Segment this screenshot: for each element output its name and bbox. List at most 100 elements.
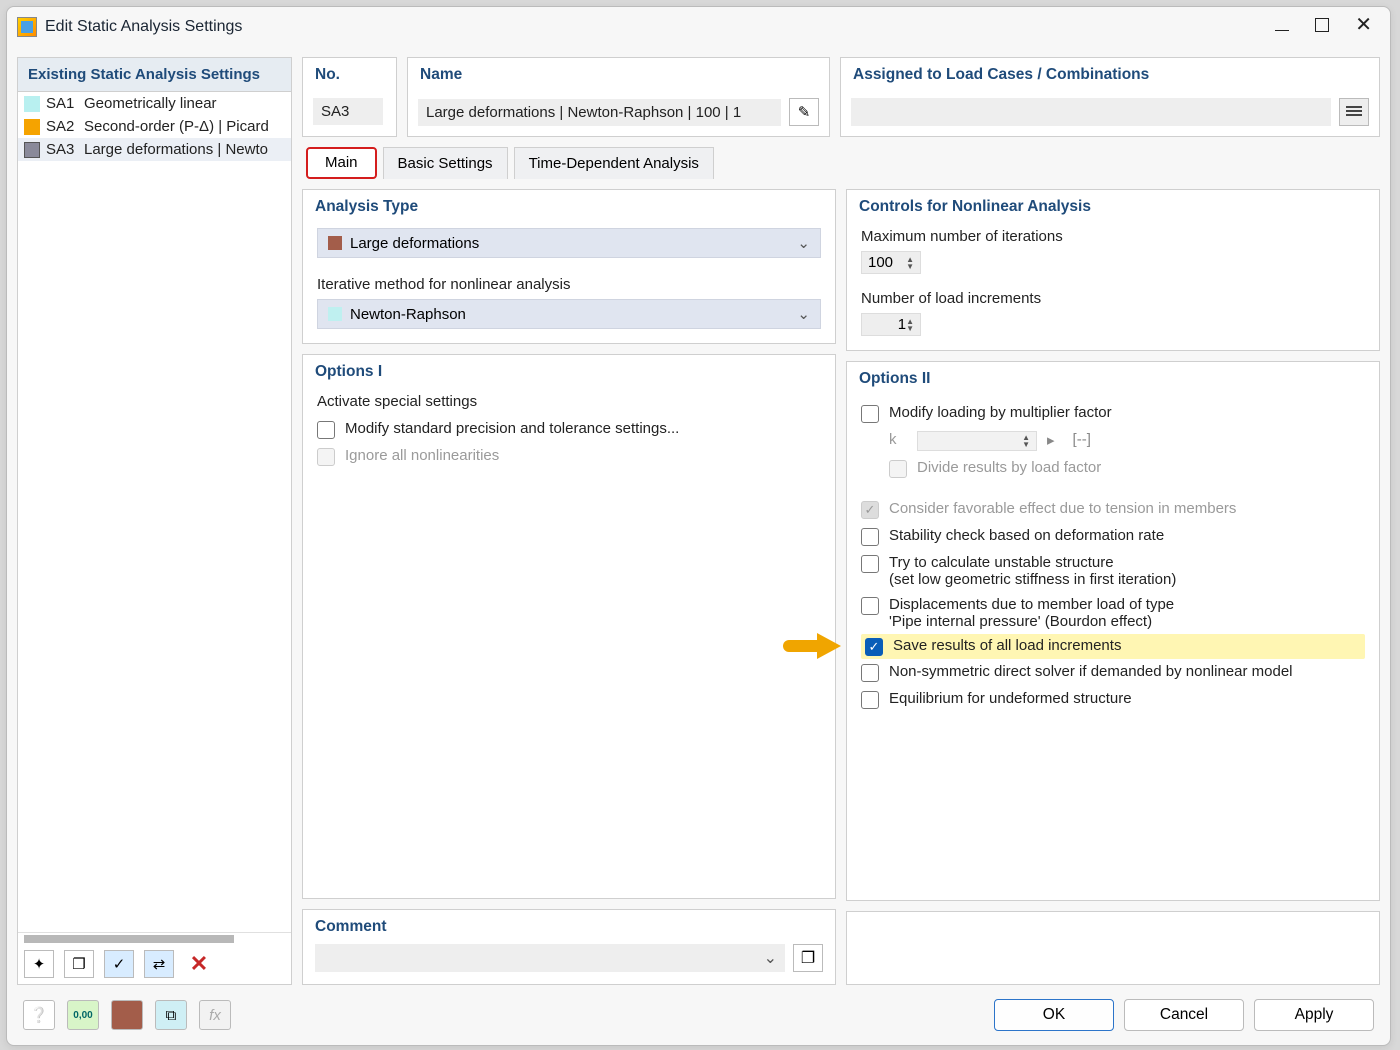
- new-setting-button[interactable]: [24, 950, 54, 978]
- dialog-footer: ❔ 0,00 ⧉ fx OK Cancel Apply: [17, 995, 1380, 1035]
- nonsymmetric-checkbox[interactable]: [861, 664, 879, 682]
- color-swatch: [328, 307, 342, 321]
- minimize-button[interactable]: [1275, 18, 1289, 37]
- options2-header: Options II: [847, 362, 1379, 396]
- tab-time-dependent[interactable]: Time-Dependent Analysis: [514, 147, 714, 179]
- analysis-type-dropdown[interactable]: Large deformations ⌄: [317, 228, 821, 258]
- nonsymmetric-label: Non-symmetric direct solver if demanded …: [889, 663, 1293, 680]
- tree-button[interactable]: ⧉: [155, 1000, 187, 1030]
- ignore-nonlinearities-row: Ignore all nonlinearities: [317, 443, 821, 470]
- comment-dropdown[interactable]: ⌄: [315, 944, 785, 972]
- assigned-panel-header: Assigned to Load Cases / Combinations: [841, 58, 1379, 92]
- stability-row[interactable]: Stability check based on deformation rat…: [861, 523, 1365, 550]
- sidebar-item-sa3[interactable]: SA3 Large deformations | Newto: [18, 138, 291, 161]
- check-all-button[interactable]: [104, 950, 134, 978]
- sidebar-item-sa1[interactable]: SA1 Geometrically linear: [18, 92, 291, 115]
- help-button[interactable]: ❔: [23, 1000, 55, 1030]
- modify-precision-row[interactable]: Modify standard precision and tolerance …: [317, 416, 821, 443]
- callout-arrow-icon: [783, 634, 843, 658]
- dialog-window: Edit Static Analysis Settings ✕ Existing…: [6, 6, 1391, 1046]
- displacement-checkbox[interactable]: [861, 597, 879, 615]
- maximize-button[interactable]: [1315, 18, 1329, 37]
- assigned-list-button[interactable]: [1339, 98, 1369, 126]
- k-label: k: [889, 431, 907, 448]
- spinner-arrows-icon[interactable]: ▲▼: [906, 256, 914, 270]
- sidebar-header: Existing Static Analysis Settings: [18, 58, 291, 92]
- delete-button[interactable]: ✕: [184, 950, 214, 978]
- no-panel: No.: [302, 57, 397, 137]
- comment-header: Comment: [303, 910, 835, 944]
- iterative-method-dropdown[interactable]: Newton-Raphson ⌄: [317, 299, 821, 329]
- k-unit-label: [--]: [1073, 431, 1091, 448]
- sidebar-item-label: Second-order (P-Δ) | Picard: [84, 118, 269, 135]
- tab-main[interactable]: Main: [306, 147, 377, 179]
- assigned-input[interactable]: [851, 98, 1331, 126]
- close-button[interactable]: ✕: [1355, 18, 1372, 37]
- comment-panel: Comment ⌄ ❐: [302, 909, 836, 985]
- cancel-button[interactable]: Cancel: [1124, 999, 1244, 1031]
- ignore-nonlinearities-label: Ignore all nonlinearities: [345, 447, 499, 464]
- displacement-row[interactable]: Displacements due to member load of type…: [861, 592, 1365, 634]
- apply-button[interactable]: Apply: [1254, 999, 1374, 1031]
- save-results-row[interactable]: Save results of all load increments: [861, 634, 1365, 659]
- chevron-down-icon: ⌄: [764, 948, 777, 968]
- sidebar-item-code: SA1: [46, 95, 84, 112]
- multiplier-checkbox[interactable]: [861, 405, 879, 423]
- color-button[interactable]: [111, 1000, 143, 1030]
- chevron-down-icon: ⌄: [797, 305, 810, 323]
- edit-name-button[interactable]: ✎: [789, 98, 819, 126]
- name-input[interactable]: [418, 99, 781, 126]
- save-results-label: Save results of all load increments: [893, 637, 1121, 654]
- tab-strip: Main Basic Settings Time-Dependent Analy…: [302, 147, 1380, 179]
- color-swatch: [24, 119, 40, 135]
- chevron-down-icon: ⌄: [797, 234, 810, 252]
- divide-checkbox: [889, 460, 907, 478]
- unstable-row[interactable]: Try to calculate unstable structure (set…: [861, 550, 1365, 592]
- name-panel: Name ✎: [407, 57, 830, 137]
- displacement-label: Displacements due to member load of type…: [889, 596, 1174, 630]
- titlebar: Edit Static Analysis Settings ✕: [7, 7, 1390, 47]
- multiplier-row[interactable]: Modify loading by multiplier factor: [861, 400, 1365, 427]
- equilibrium-checkbox[interactable]: [861, 691, 879, 709]
- tab-basic-settings[interactable]: Basic Settings: [383, 147, 508, 179]
- save-results-checkbox[interactable]: [865, 638, 883, 656]
- options1-panel: Options I Activate special settings Modi…: [302, 354, 836, 899]
- k-factor-row: k ▲▼ ▸ [--]: [861, 427, 1365, 455]
- no-input[interactable]: [313, 98, 383, 125]
- load-increments-spinner[interactable]: 1 ▲▼: [861, 313, 921, 336]
- iterative-method-label: Iterative method for nonlinear analysis: [317, 276, 821, 293]
- color-swatch: [24, 96, 40, 112]
- nonsymmetric-row[interactable]: Non-symmetric direct solver if demanded …: [861, 659, 1365, 686]
- load-increments-value: 1: [898, 316, 906, 333]
- unstable-checkbox[interactable]: [861, 555, 879, 573]
- load-increments-label: Number of load increments: [861, 290, 1365, 307]
- app-icon: [17, 17, 37, 37]
- window-title: Edit Static Analysis Settings: [45, 18, 1275, 36]
- tension-label: Consider favorable effect due to tension…: [889, 500, 1236, 517]
- color-swatch: [328, 236, 342, 250]
- stability-checkbox[interactable]: [861, 528, 879, 546]
- ok-button[interactable]: OK: [994, 999, 1114, 1031]
- blank-panel: [846, 911, 1380, 985]
- sidebar-hscroll[interactable]: [18, 932, 291, 944]
- swap-button[interactable]: [144, 950, 174, 978]
- max-iterations-label: Maximum number of iterations: [861, 228, 1365, 245]
- unstable-label: Try to calculate unstable structure (set…: [889, 554, 1176, 588]
- spinner-arrows-icon[interactable]: ▲▼: [906, 318, 914, 332]
- units-button[interactable]: 0,00: [67, 1000, 99, 1030]
- modify-precision-checkbox[interactable]: [317, 421, 335, 439]
- max-iterations-spinner[interactable]: 100 ▲▼: [861, 251, 921, 274]
- sidebar-list[interactable]: SA1 Geometrically linear SA2 Second-orde…: [18, 92, 291, 932]
- assigned-panel: Assigned to Load Cases / Combinations: [840, 57, 1380, 137]
- copy-setting-button[interactable]: [64, 950, 94, 978]
- sidebar: Existing Static Analysis Settings SA1 Ge…: [17, 57, 292, 985]
- analysis-type-value: Large deformations: [350, 235, 479, 252]
- sidebar-item-code: SA2: [46, 118, 84, 135]
- equilibrium-row[interactable]: Equilibrium for undeformed structure: [861, 686, 1365, 713]
- equilibrium-label: Equilibrium for undeformed structure: [889, 690, 1132, 707]
- ignore-nonlinearities-checkbox: [317, 448, 335, 466]
- stability-label: Stability check based on deformation rat…: [889, 527, 1164, 544]
- sidebar-item-sa2[interactable]: SA2 Second-order (P-Δ) | Picard: [18, 115, 291, 138]
- comment-copy-button[interactable]: ❐: [793, 944, 823, 972]
- no-panel-header: No.: [303, 58, 396, 92]
